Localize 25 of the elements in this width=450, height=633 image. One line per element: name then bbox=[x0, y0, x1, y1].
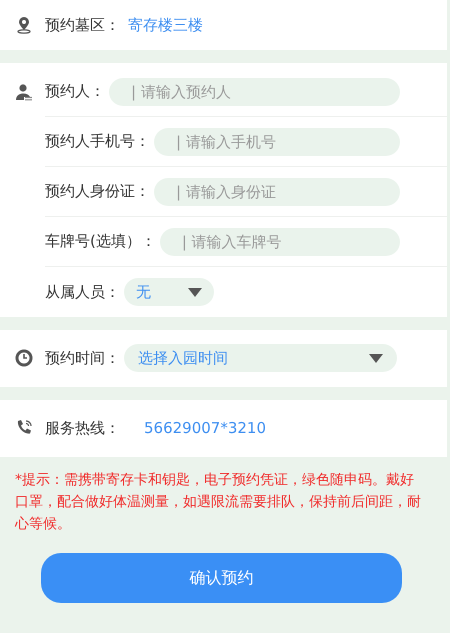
field-label: 从属人员： bbox=[45, 282, 120, 303]
field-label: 预约人手机号： bbox=[45, 131, 150, 152]
select-value: 选择入园时间 bbox=[138, 348, 228, 369]
field-label: 服务热线： bbox=[45, 418, 120, 439]
text-input-field[interactable]: | 请输入身份证 bbox=[154, 178, 400, 206]
text-input-field[interactable]: | 请输入手机号 bbox=[154, 128, 400, 156]
person-icon bbox=[15, 82, 33, 100]
area-value: 寄存楼三楼 bbox=[128, 14, 203, 36]
text-input-field[interactable]: | 请输入车牌号 bbox=[160, 228, 400, 256]
confirm-button[interactable]: 确认预约 bbox=[41, 553, 402, 603]
field-label: 预约人身份证： bbox=[45, 181, 150, 202]
text-input-field[interactable]: | 请输入预约人 bbox=[109, 78, 400, 106]
notice-text: *提示：需携带寄存卡和钥匙，电子预约凭证，绿色随申码。戴好口罩，配合做好体温测量，如遇限流需要排队，保持前后间距，耐心等候。 bbox=[14, 471, 422, 534]
select-value: 无 bbox=[136, 282, 151, 303]
field-label: 预约人： bbox=[45, 81, 105, 102]
field-label: 预约时间： bbox=[45, 348, 120, 369]
field-label: 预约墓区： bbox=[45, 14, 120, 36]
dropdown-select[interactable]: 无 bbox=[124, 278, 214, 306]
hotline-number[interactable]: 56629007*3210 bbox=[144, 416, 266, 440]
location-pin-icon bbox=[15, 16, 33, 34]
caret-icon bbox=[369, 354, 383, 362]
clock-icon bbox=[15, 349, 33, 367]
time-select[interactable]: 选择入园时间 bbox=[124, 344, 397, 372]
field-label: 车牌号(选填）： bbox=[45, 231, 156, 252]
caret-icon bbox=[188, 288, 202, 296]
